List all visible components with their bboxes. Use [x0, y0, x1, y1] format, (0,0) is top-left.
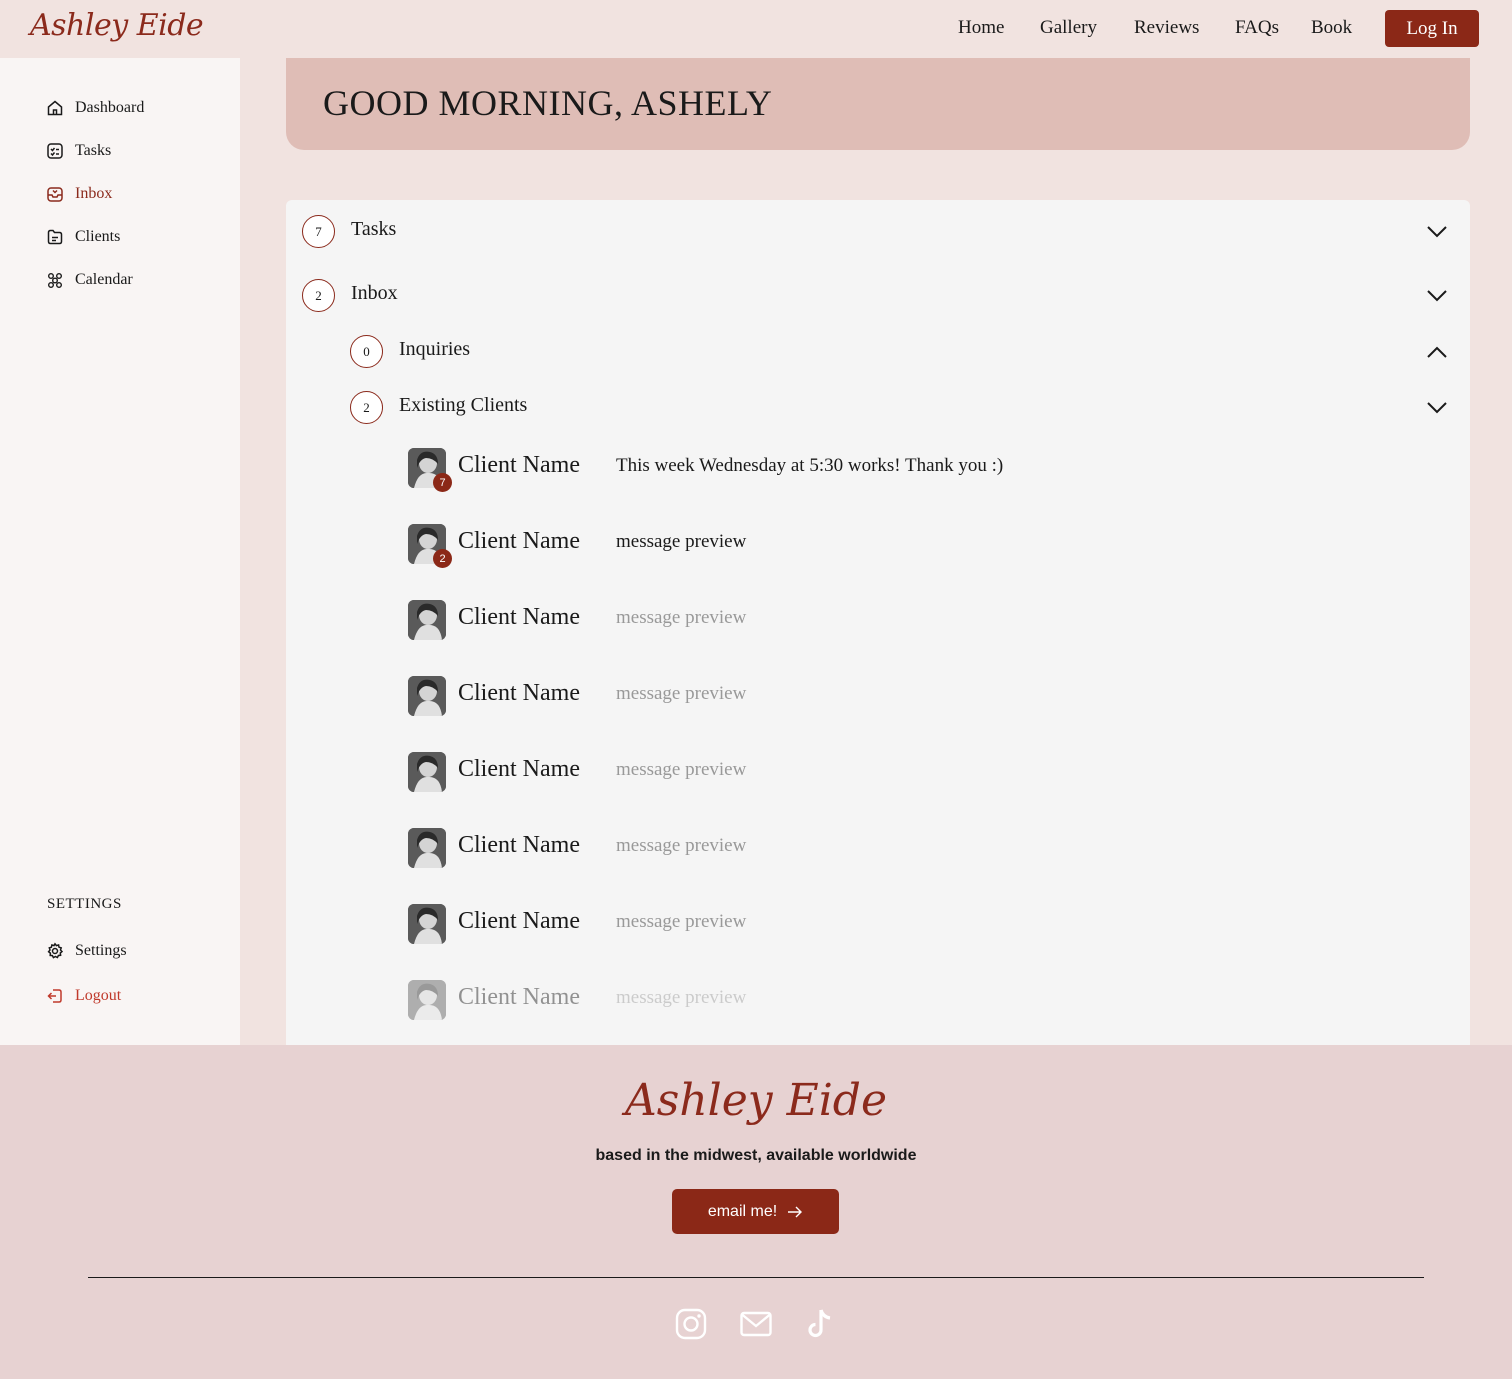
- inquiries-count-badge: 0: [350, 335, 383, 368]
- login-button[interactable]: Log In: [1385, 10, 1479, 47]
- settings-heading: SETTINGS: [47, 896, 122, 912]
- client-name: Client Name: [458, 528, 580, 554]
- inbox-icon: [46, 185, 64, 203]
- dashboard-panel: 7 Tasks 2 Inbox 0 Inquiries 2 Existing C…: [286, 200, 1470, 1045]
- message-row[interactable]: Client Name message preview: [408, 674, 1408, 718]
- message-row[interactable]: Client Name message preview: [408, 750, 1408, 794]
- email-me-button[interactable]: email me!: [672, 1189, 839, 1234]
- email-button-label: email me!: [707, 1202, 778, 1220]
- sidebar-item-label: Dashboard: [75, 99, 145, 116]
- client-name: Client Name: [458, 680, 580, 706]
- inbox-section-label: Inbox: [351, 282, 398, 304]
- nav-gallery[interactable]: Gallery: [1040, 17, 1097, 39]
- unread-count-badge: 2: [433, 549, 452, 568]
- message-preview: This week Wednesday at 5:30 works! Thank…: [616, 455, 1004, 476]
- message-preview: message preview: [616, 987, 747, 1008]
- footer-tagline: based in the midwest, available worldwid…: [595, 1147, 917, 1164]
- tasks-section-header[interactable]: 7 Tasks: [302, 215, 396, 248]
- message-row[interactable]: Client Name message preview: [408, 826, 1408, 870]
- sidebar-item-label: Clients: [75, 228, 121, 245]
- message-preview: message preview: [616, 835, 747, 856]
- logout-icon: [46, 987, 64, 1005]
- unread-count-badge: 7: [433, 473, 452, 492]
- sidebar-item-inbox[interactable]: Inbox: [46, 182, 112, 206]
- message-row[interactable]: Client Name message preview: [408, 902, 1408, 946]
- top-navbar: Ashley Eide Home Gallery Reviews FAQs Bo…: [0, 0, 1512, 58]
- message-preview: message preview: [616, 531, 747, 552]
- footer: Ashley Eide based in the midwest, availa…: [0, 1045, 1512, 1379]
- site-logo[interactable]: Ashley Eide: [30, 8, 204, 43]
- client-name: Client Name: [458, 604, 580, 630]
- sidebar-item-settings[interactable]: Settings: [46, 939, 127, 963]
- sidebar-item-clients[interactable]: Clients: [46, 225, 120, 249]
- sidebar-item-tasks[interactable]: Tasks: [46, 139, 111, 163]
- message-row[interactable]: 7 Client Name This week Wednesday at 5:3…: [408, 446, 1408, 492]
- message-row[interactable]: 2 Client Name message preview: [408, 522, 1408, 568]
- calendar-icon: [46, 271, 64, 289]
- greeting-text: GOOD MORNING, ASHELY: [323, 83, 773, 123]
- sidebar-item-label: Tasks: [75, 142, 112, 159]
- inbox-section-header[interactable]: 2 Inbox: [302, 279, 398, 312]
- avatar: [408, 676, 446, 716]
- folder-icon: [46, 228, 64, 246]
- tasks-icon: [46, 142, 64, 160]
- message-preview: message preview: [616, 607, 747, 628]
- client-name: Client Name: [458, 452, 580, 478]
- mail-icon[interactable]: [739, 1307, 773, 1341]
- existing-clients-section-header[interactable]: 2 Existing Clients: [350, 391, 527, 424]
- existing-clients-section-label: Existing Clients: [399, 394, 528, 416]
- avatar: [408, 600, 446, 640]
- avatar: [408, 980, 446, 1020]
- arrow-right-icon: [788, 1206, 803, 1217]
- sidebar-item-label: Settings: [75, 942, 127, 959]
- sidebar-item-logout[interactable]: Logout: [46, 984, 121, 1008]
- client-name: Client Name: [458, 984, 580, 1010]
- footer-logo: Ashley Eide: [624, 1075, 888, 1126]
- inquiries-section-label: Inquiries: [399, 338, 471, 360]
- message-row[interactable]: Client Name message preview: [408, 978, 1408, 1022]
- nav-home[interactable]: Home: [958, 17, 1004, 39]
- client-name: Client Name: [458, 756, 580, 782]
- nav-faqs[interactable]: FAQs: [1235, 17, 1279, 39]
- existing-clients-count-badge: 2: [350, 391, 383, 424]
- nav-reviews[interactable]: Reviews: [1134, 17, 1199, 39]
- tasks-count-badge: 7: [302, 215, 335, 248]
- tasks-section-label: Tasks: [351, 218, 397, 240]
- sidebar-item-label: Calendar: [75, 271, 133, 288]
- greeting-banner: GOOD MORNING, ASHELY: [286, 58, 1470, 150]
- gear-icon: [46, 942, 64, 960]
- chevron-down-icon[interactable]: [1426, 401, 1448, 415]
- nav-book[interactable]: Book: [1311, 17, 1352, 39]
- sidebar-item-label: Logout: [75, 987, 122, 1004]
- sidebar-item-label: Inbox: [75, 185, 113, 202]
- message-row[interactable]: Client Name message preview: [408, 598, 1408, 642]
- tiktok-icon[interactable]: [804, 1307, 838, 1341]
- message-preview: message preview: [616, 759, 747, 780]
- sidebar-item-dashboard[interactable]: Dashboard: [46, 96, 144, 120]
- instagram-icon[interactable]: [674, 1307, 708, 1341]
- message-preview: message preview: [616, 683, 747, 704]
- footer-divider: [88, 1277, 1424, 1278]
- avatar: [408, 904, 446, 944]
- avatar: [408, 752, 446, 792]
- inquiries-section-header[interactable]: 0 Inquiries: [350, 335, 470, 368]
- client-name: Client Name: [458, 832, 580, 858]
- home-icon: [46, 99, 64, 117]
- chevron-down-icon[interactable]: [1426, 225, 1448, 239]
- inbox-count-badge: 2: [302, 279, 335, 312]
- chevron-down-icon[interactable]: [1426, 289, 1448, 303]
- client-name: Client Name: [458, 908, 580, 934]
- message-preview: message preview: [616, 911, 747, 932]
- chevron-up-icon[interactable]: [1426, 345, 1448, 359]
- sidebar: Dashboard Tasks Inbox Clients Calendar S…: [0, 58, 240, 1045]
- avatar: [408, 828, 446, 868]
- sidebar-item-calendar[interactable]: Calendar: [46, 268, 133, 292]
